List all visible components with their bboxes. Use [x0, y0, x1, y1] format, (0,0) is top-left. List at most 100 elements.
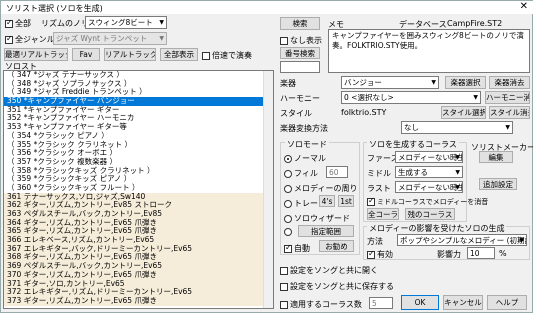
- list-scrollbar[interactable]: [263, 71, 273, 308]
- soloist-list-rows: （ 347 *ジャズ テナーサックス ）（ 348 *ジャズ ソプラノサックス …: [4, 71, 273, 306]
- soloist-list[interactable]: （ 347 *ジャズ テナーサックス ）（ 348 *ジャズ ソプラノサックス …: [3, 70, 274, 309]
- save-with-song-checkbox[interactable]: 設定をソングと共に保存する: [280, 281, 394, 292]
- database-value: CampFire.ST2: [447, 19, 503, 28]
- chorus-last-value: メロディーない時生成: [398, 183, 462, 192]
- genre-combo[interactable]: ジャズ Wynt トランペット ▼: [53, 32, 167, 45]
- ok-button[interactable]: OK: [401, 295, 439, 310]
- mode-extra-dot[interactable]: [284, 228, 292, 236]
- mode-wizard-dot[interactable]: [284, 214, 292, 223]
- transform-label: 楽器変換方法: [280, 124, 328, 133]
- strength-input[interactable]: 10: [467, 247, 495, 259]
- rhythm-combo[interactable]: スウィング8ビート ▼: [85, 16, 167, 29]
- all-genre-checkbox[interactable]: 全ジャンル: [5, 34, 55, 45]
- edit-button[interactable]: 編集: [479, 151, 513, 163]
- all-chorus-button[interactable]: 全コーラス: [367, 208, 399, 220]
- recommend-button[interactable]: お勧め: [319, 240, 354, 252]
- rhythm-combo-value: スウィング8ビート: [88, 18, 153, 27]
- harmony-combo[interactable]: 0 <選択なし> ▼: [341, 91, 481, 104]
- mode-extra-radio[interactable]: [284, 228, 292, 236]
- percent-label: %: [499, 249, 507, 258]
- recent-button[interactable]: 最適リアルトラック: [4, 48, 68, 61]
- open-with-song-label: 設定をソングと共に開く: [290, 266, 378, 275]
- chorus-first-combo[interactable]: メロディーない時生成 ▼: [395, 151, 463, 163]
- instrument-clear-button[interactable]: 楽器消去: [489, 76, 530, 89]
- chorus-last-combo[interactable]: メロディーない時生成 ▼: [395, 181, 463, 193]
- open-with-song-checkbox[interactable]: 設定をソングと共に開く: [280, 265, 378, 276]
- all-genre-checkbox-box[interactable]: [5, 34, 13, 44]
- add-settings-button[interactable]: 追加設定: [479, 178, 517, 190]
- cancel-button[interactable]: キャンセル: [443, 295, 483, 310]
- designate-button[interactable]: 指定範囲: [298, 225, 354, 237]
- first-button[interactable]: 1st: [338, 195, 354, 207]
- all-checkbox[interactable]: 全部: [5, 18, 31, 29]
- help-button[interactable]: ヘルプ: [487, 295, 527, 310]
- chevron-down-icon: ▼: [519, 237, 524, 244]
- method-value: ポップやシンプルなメロディー (初期設定): [400, 236, 526, 245]
- mode-normal-dot[interactable]: [284, 154, 292, 163]
- dialog-window: ソリスト選択 (ソロを生成) ✕ 全部 リズムのノリ スウィング8ビート ▼ 全…: [0, 0, 533, 313]
- method-label: 方法: [367, 237, 383, 246]
- mode-melody-dot[interactable]: [284, 184, 292, 193]
- mute-melody-checkbox[interactable]: ミドルコーラスでメロディーを消音: [367, 196, 489, 207]
- solo-mode-title: ソロモード: [285, 139, 329, 150]
- enabled-box[interactable]: [367, 249, 375, 259]
- chorus-middle-combo[interactable]: 生成する ▼: [395, 166, 463, 178]
- style-select-button[interactable]: スタイル選択: [441, 106, 486, 119]
- instrument-select-button[interactable]: 楽器選択: [445, 76, 486, 89]
- enabled-checkbox[interactable]: 有効: [367, 249, 393, 260]
- show-none-checkbox[interactable]: なし表示: [280, 35, 322, 46]
- instrument-value: バンジョー: [344, 78, 382, 87]
- style-clear-button[interactable]: スタイル消去: [489, 106, 530, 119]
- search-button[interactable]: 検索: [280, 17, 320, 30]
- chorus-last-label: ラスト: [367, 184, 391, 193]
- save-with-song-label: 設定をソングと共に保存する: [290, 282, 394, 291]
- enabled-label: 有効: [377, 250, 393, 259]
- strength-label: 影響力: [437, 250, 461, 259]
- instrument-combo[interactable]: バンジョー ▼: [341, 76, 439, 89]
- chorus-first-value: メロディーない時生成: [398, 153, 462, 162]
- fav-button[interactable]: Fav: [72, 48, 100, 61]
- chevron-down-icon: ▼: [455, 169, 460, 176]
- fours-button[interactable]: 4's: [319, 195, 335, 207]
- chevron-down-icon: ▼: [431, 79, 436, 86]
- mute-melody-box[interactable]: [367, 196, 375, 206]
- double-tempo-checkbox[interactable]: 倍速で演奏: [202, 50, 252, 61]
- style-value: folktrio.STY: [341, 108, 387, 117]
- mode-normal-radio[interactable]: ノーマル: [284, 153, 326, 164]
- show-none-label: なし表示: [290, 36, 322, 45]
- mode-fill-radio[interactable]: フィル: [284, 168, 318, 179]
- window-title: ソリスト選択 (ソロを生成): [6, 4, 103, 13]
- genre-combo-value: ジャズ Wynt トランペット: [56, 34, 148, 43]
- mute-melody-label: ミドルコーラスでメロディーを消音: [377, 198, 489, 206]
- apply-choruses-box[interactable]: [280, 300, 288, 309]
- apply-choruses-checkbox[interactable]: 適用するコーラス数: [280, 299, 362, 310]
- mode-trade-dot[interactable]: [284, 199, 292, 208]
- list-item[interactable]: 373 ギター,リズム,カントリー,Ev65 爪弾き: [4, 296, 273, 306]
- auto-checkbox[interactable]: 自動: [284, 243, 310, 254]
- transform-value: なし: [404, 123, 419, 132]
- harmony-clear-button[interactable]: ハーモニー消去: [485, 91, 530, 104]
- mode-wizard-radio[interactable]: ソロウィザード: [284, 213, 350, 224]
- show-none-box[interactable]: [280, 36, 288, 45]
- transform-combo[interactable]: なし ▼: [401, 121, 513, 134]
- chevron-down-icon: ▼: [159, 19, 164, 26]
- auto-label: 自動: [294, 244, 310, 253]
- number-search-button[interactable]: 番号検索: [280, 47, 320, 59]
- choruses-input[interactable]: 5: [369, 297, 393, 309]
- open-with-song-box[interactable]: [280, 266, 288, 275]
- number-input[interactable]: [280, 61, 320, 73]
- mode-fill-dot[interactable]: [284, 169, 292, 178]
- all-checkbox-box[interactable]: [5, 18, 13, 28]
- double-tempo-box[interactable]: [202, 51, 210, 60]
- fill-percent-input[interactable]: 60: [326, 166, 348, 178]
- mode-melody-radio[interactable]: メロディーの周り: [284, 183, 357, 194]
- save-with-song-box[interactable]: [280, 282, 288, 291]
- chevron-down-icon: ▼: [505, 124, 510, 131]
- auto-box[interactable]: [284, 243, 292, 253]
- method-combo[interactable]: ポップやシンプルなメロディー (初期設定) ▼: [397, 234, 527, 246]
- show-all-button[interactable]: 全部表示: [160, 48, 198, 61]
- next-chorus-button[interactable]: 残のコーラス: [405, 208, 455, 220]
- close-icon[interactable]: ✕: [520, 1, 528, 12]
- realtrack-button[interactable]: リアルトラック: [104, 48, 156, 61]
- mode-fill-label: フィル: [294, 169, 318, 178]
